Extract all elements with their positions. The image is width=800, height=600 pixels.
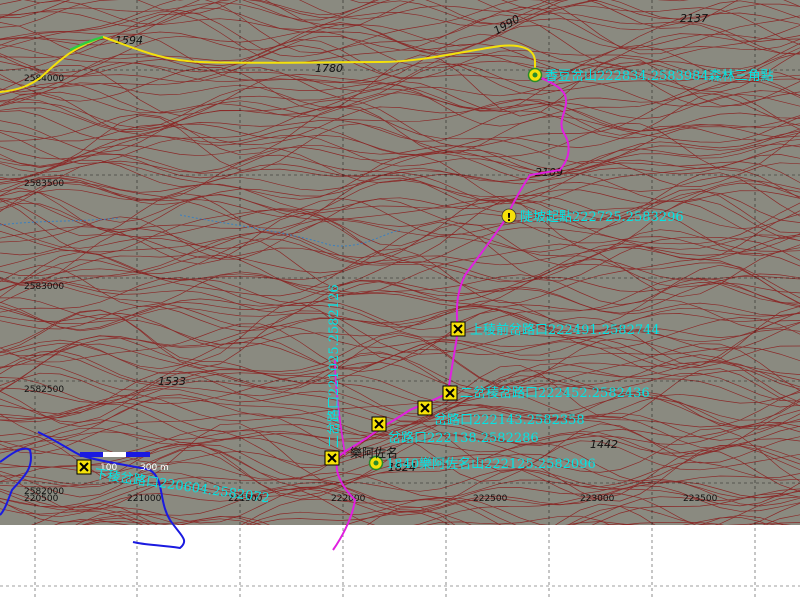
waypoint-summit-leazuoming[interactable]: 1840樂阿佐名山222125.2582096 (368, 455, 596, 472)
waypoint-label: 二岔稜岔路口222452.2582436 (460, 385, 650, 401)
elevation-label: 1780 (315, 62, 343, 75)
junction-icon (324, 450, 340, 466)
waypoint-fork-junction[interactable]: 二岔路口221025.2582126 (324, 284, 342, 466)
peak-name-label: 樂阿佐名 (350, 445, 398, 460)
elevation-label: 1533 (158, 375, 186, 388)
waypoint-ridge-junction[interactable]: 上稜前岔路口222491.2582744 (450, 321, 660, 338)
waypoint-steep-start[interactable]: ! 陡坡起點222725.2583296 (501, 208, 684, 225)
elevation-label: 1442 (590, 438, 618, 451)
summit-icon (527, 67, 543, 83)
contour-line (0, 531, 800, 578)
waypoint-label: 二岔路口221025.2582126 (326, 284, 342, 448)
junction-icon (417, 400, 433, 416)
grid-label-northing-4: 2582500 (24, 385, 64, 395)
junction-icon (450, 321, 466, 337)
junction-icon (371, 416, 387, 432)
contour-line (0, 539, 800, 590)
grid-label-northing-2: 2583500 (24, 179, 64, 189)
waypoint-label: 岔路口222143.2582358 (434, 412, 585, 428)
junction-icon (76, 459, 92, 475)
contour-line (0, 547, 800, 573)
grid-label-easting-1: 220500 (24, 494, 59, 504)
contour-line (0, 529, 800, 566)
waypoint-label: 岔路口222138.2582286 (388, 430, 539, 446)
waypoint-label: 陡坡起點222725.2583296 (520, 210, 684, 225)
waypoint-two-ridge-junction[interactable]: 二岔稜岔路口222452.2582436 (442, 385, 650, 401)
junction-icon (442, 385, 458, 401)
grid-label-easting-4: 222000 (331, 494, 366, 504)
scale-label-right: 300 m (140, 463, 169, 473)
svg-text:!: ! (507, 211, 512, 224)
grid-label-easting-7: 223500 (683, 494, 718, 504)
waypoint-label: 上稜前岔路口222491.2582744 (470, 322, 660, 338)
waypoint-label: 1840樂阿佐名山222125.2582096 (386, 456, 596, 472)
grid-label-easting-6: 223000 (580, 494, 615, 504)
grid-label-easting-5: 222500 (473, 494, 508, 504)
grid-label-easting-2: 221000 (127, 494, 162, 504)
waypoint-label: 香豆岔山222834.2583984森林三角點 (545, 69, 774, 84)
contour-line (0, 533, 800, 572)
topographic-map[interactable]: 2584000 2583500 2583000 2582500 2582000 … (0, 0, 800, 600)
waypoint-summit-xiangdou[interactable]: 香豆岔山222834.2583984森林三角點 (527, 67, 774, 85)
grid-label-northing-3: 2583000 (24, 282, 64, 292)
elevation-label: 2137 (680, 12, 708, 25)
elevation-label: 1594 (115, 34, 143, 47)
